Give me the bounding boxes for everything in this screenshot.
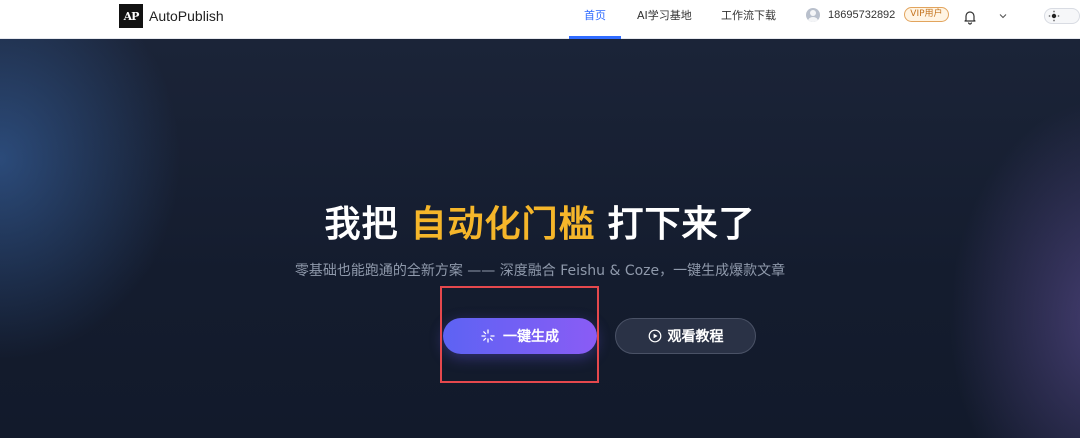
vip-badge: VIP用户 — [904, 7, 949, 22]
bell-icon[interactable] — [962, 9, 978, 25]
generate-button-label: 一键生成 — [503, 329, 559, 345]
hero-title-highlight: 自动化门槛 — [410, 204, 596, 245]
watch-tutorial-label: 观看教程 — [667, 329, 724, 345]
user-avatar-icon — [806, 7, 820, 22]
theme-toggle[interactable] — [1044, 8, 1080, 24]
app-logo[interactable]: AP AutoPublish — [119, 4, 224, 28]
user-phone: 18695732892 — [828, 8, 896, 21]
sun-icon — [1048, 10, 1060, 22]
watch-tutorial-button[interactable]: 观看教程 — [615, 318, 756, 354]
chevron-down-icon[interactable] — [997, 10, 1009, 22]
hero-title-part1: 我把 — [324, 204, 399, 245]
hero-section: 我把 自动化门槛 打下来了 零基础也能跑通的全新方案 —— 深度融合 Feishu … — [0, 39, 1080, 438]
sparkle-icon — [481, 329, 495, 343]
hero-title: 我把 自动化门槛 打下来了 — [0, 195, 1080, 247]
hero-subtitle: 零基础也能跑通的全新方案 —— 深度融合 Feishu & Coze，一键生成爆… — [294, 263, 786, 279]
nav-item-workflow-download[interactable]: 工作流下载 — [721, 0, 776, 39]
user-menu[interactable]: 18695732892 VIP用户 — [806, 7, 949, 22]
nav-item-home[interactable]: 首页 — [584, 0, 606, 39]
logo-mark: AP — [119, 4, 143, 28]
hero-title-part2: 打下来了 — [607, 204, 756, 245]
top-navigation-bar: AP AutoPublish 首页 AI学习基地 工作流下载 186957328… — [0, 0, 1080, 39]
play-circle-icon — [648, 329, 661, 343]
generate-button[interactable]: 一键生成 — [443, 318, 597, 354]
nav-item-ai-learning[interactable]: AI学习基地 — [637, 0, 692, 39]
app-name: AutoPublish — [149, 8, 224, 24]
